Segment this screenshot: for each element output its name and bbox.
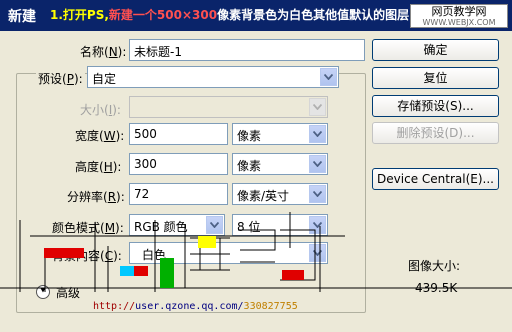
site-watermark: 网页教学网 WWW.WEBJX.COM [410, 4, 508, 28]
size-label: 大小(I): [80, 103, 121, 117]
name-label: 名称(N): [80, 45, 127, 59]
width-unit-dropdown-arrow[interactable] [309, 125, 326, 143]
width-unit-select[interactable]: 像素 [232, 123, 328, 145]
chevron-down-icon [324, 74, 333, 80]
background-contents-select[interactable]: 白色 [129, 242, 328, 264]
footer-url: http://user.qzone.qq.com/330827755 [93, 301, 298, 312]
color-mode-label: 颜色模式(M): [52, 221, 124, 235]
name-input[interactable]: 未标题-1 [129, 39, 365, 61]
height-input[interactable]: 300 [129, 153, 228, 175]
height-label: 高度(H): [75, 160, 122, 174]
preset-label: 预设(P): [36, 70, 85, 87]
advanced-expand-icon[interactable]: ⯆ [36, 285, 50, 299]
dialog-body: 名称(N): 未标题-1 预设(P): 自定 大小(I): 宽度(W): 500… [0, 31, 512, 332]
preset-value: 自定 [92, 72, 117, 86]
height-unit-value: 像素 [237, 159, 262, 173]
delete-preset-button: 删除预设(D)... [372, 122, 499, 144]
height-unit-dropdown-arrow[interactable] [309, 155, 326, 173]
tutorial-banner: 1.打开PS,新建一个500×300像素背景色为白色其他值默认的图层 [50, 6, 409, 23]
resolution-unit-value: 像素/英寸 [237, 189, 290, 203]
height-unit-select[interactable]: 像素 [232, 153, 328, 175]
ok-button[interactable]: 确定 [372, 39, 499, 61]
save-preset-button[interactable]: 存储预设(S)... [372, 95, 499, 117]
chevron-down-icon [210, 222, 219, 228]
color-mode-dropdown-arrow[interactable] [206, 216, 223, 234]
bit-depth-select[interactable]: 8 位 [232, 214, 328, 236]
watermark-line-2: WWW.WEBJX.COM [422, 18, 496, 27]
image-size-label: 图像大小: [408, 259, 461, 273]
resolution-input[interactable]: 72 [129, 183, 228, 205]
preset-dropdown-arrow[interactable] [320, 68, 337, 86]
chevron-down-icon [313, 250, 322, 256]
background-contents-value: 白色 [142, 248, 167, 262]
width-label: 宽度(W): [75, 129, 125, 143]
resolution-unit-select[interactable]: 像素/英寸 [232, 183, 328, 205]
banner-part-1: 1.打开PS, [50, 8, 109, 22]
chevron-down-icon [313, 104, 322, 110]
resolution-unit-dropdown-arrow[interactable] [309, 185, 326, 203]
bit-depth-value: 8 位 [237, 220, 261, 234]
dialog-title: 新建 [8, 9, 36, 25]
reset-button[interactable]: 复位 [372, 67, 499, 89]
banner-part-3: 像素背景色为白色其他值默认的图层 [217, 8, 410, 22]
watermark-line-1: 网页教学网 [431, 5, 487, 18]
banner-part-2: 新建一个500×300 [108, 8, 218, 22]
color-mode-select[interactable]: RGB 颜色 [129, 214, 225, 236]
color-mode-value: RGB 颜色 [134, 220, 188, 234]
size-select [129, 96, 328, 118]
background-contents-dropdown-arrow[interactable] [309, 244, 326, 262]
resolution-label: 分辨率(R): [67, 190, 125, 204]
device-central-button[interactable]: Device Central(E)... [372, 168, 499, 190]
image-size-value: 439.5K [415, 281, 458, 295]
size-dropdown-arrow [309, 98, 326, 116]
width-input[interactable]: 500 [129, 123, 228, 145]
bit-depth-dropdown-arrow[interactable] [309, 216, 326, 234]
preset-select[interactable]: 自定 [87, 66, 339, 88]
chevron-down-icon [313, 191, 322, 197]
width-unit-value: 像素 [237, 129, 262, 143]
chevron-down-icon [313, 161, 322, 167]
title-bar: 新建 1.打开PS,新建一个500×300像素背景色为白色其他值默认的图层 网页… [0, 0, 512, 31]
advanced-label[interactable]: 高级 [56, 284, 80, 301]
chevron-down-icon [313, 222, 322, 228]
chevron-down-icon [313, 131, 322, 137]
background-contents-label: 背景内容(C): [52, 249, 122, 263]
